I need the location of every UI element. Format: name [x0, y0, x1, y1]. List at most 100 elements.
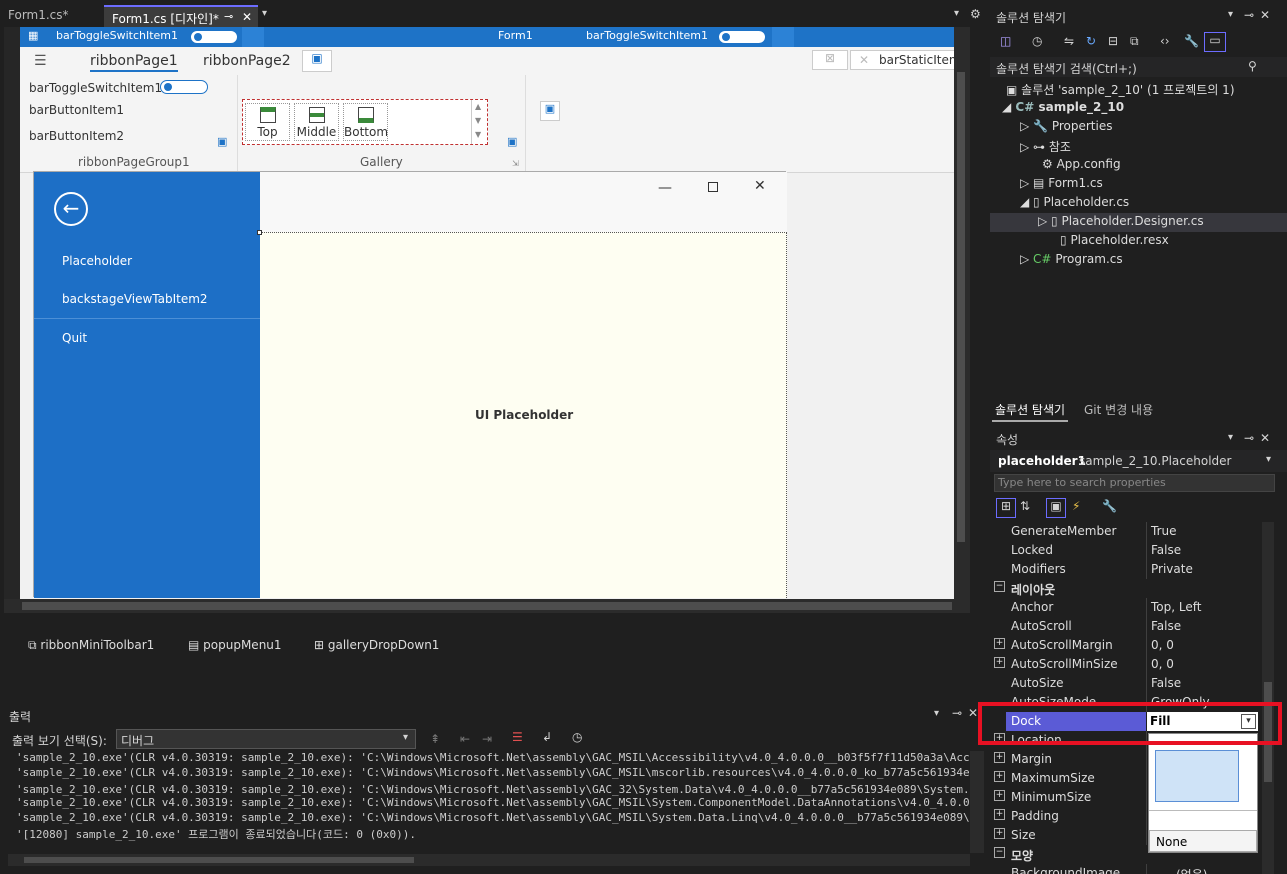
vs-icon[interactable]: ◫	[1000, 34, 1011, 48]
collapse-icon[interactable]: −	[994, 847, 1005, 858]
alphabetical-icon[interactable]: ⇅	[1020, 499, 1030, 513]
close-icon[interactable]: ✕	[754, 178, 766, 194]
add-item-icon[interactable]	[242, 27, 264, 47]
output-vscroll[interactable]	[970, 751, 984, 853]
chevron-down-icon[interactable]: ▾	[262, 8, 267, 19]
tray-item-popup-menu[interactable]: ▤ popupMenu1	[188, 638, 282, 652]
tab-git-changes[interactable]: Git 변경 내용	[1084, 401, 1153, 418]
add-group-button[interactable]: ▣	[540, 101, 560, 121]
scrollbar-thumb[interactable]	[24, 857, 414, 863]
title-toggle-item[interactable]: barToggleSwitchItem1	[56, 29, 178, 42]
property-row[interactable]: Locked False	[990, 541, 1260, 560]
gallery-item-top[interactable]: Top	[245, 103, 290, 141]
output-hscroll[interactable]	[8, 854, 970, 866]
expand-icon[interactable]: +	[994, 657, 1005, 668]
gallery-item-middle[interactable]: Middle	[294, 103, 339, 141]
minimize-icon[interactable]: —	[658, 180, 672, 196]
tree-item-project[interactable]: ◢ C# sample_2_10	[1002, 100, 1124, 114]
collapse-icon[interactable]: ⊟	[1108, 34, 1118, 48]
dock-fill-option[interactable]	[1155, 750, 1239, 802]
tray-item-gallery-dropdown[interactable]: ⊞ galleryDropDown1	[314, 638, 439, 652]
expand-icon[interactable]: +	[994, 790, 1005, 801]
tray-item-mini-toolbar[interactable]: ⧉ ribbonMiniToolbar1	[28, 638, 154, 653]
preview-icon[interactable]: ▭	[1204, 32, 1226, 52]
close-icon[interactable]: ✕	[242, 10, 252, 24]
history-icon[interactable]: ◷	[1032, 34, 1042, 48]
chevron-down-icon[interactable]: ▾	[1228, 9, 1233, 20]
resize-handle[interactable]	[257, 230, 262, 235]
tree-item-app-config[interactable]: ⚙ App.config	[1042, 157, 1121, 171]
property-row[interactable]: AutoSize False	[990, 674, 1260, 693]
property-row[interactable]: AutoScroll False	[990, 617, 1260, 636]
bar-button-item2[interactable]: barButtonItem2	[29, 129, 124, 143]
events-icon[interactable]: ⚡	[1072, 499, 1080, 513]
gear-icon[interactable]: ⚙	[970, 7, 981, 21]
expand-icon[interactable]: ▼	[475, 130, 481, 139]
tab-solution-explorer[interactable]: 솔루션 탐색기	[992, 399, 1069, 422]
property-pages-icon[interactable]: 🔧	[1102, 499, 1117, 513]
tree-item-placeholder-resx[interactable]: ▯ Placeholder.resx	[1060, 233, 1169, 247]
close-icon[interactable]: ✕	[1260, 8, 1270, 22]
chevron-down-icon[interactable]: ▾	[934, 708, 939, 719]
gallery-item-bottom[interactable]: Bottom	[343, 103, 388, 141]
backstage-item-tab2[interactable]: backstageViewTabItem2	[62, 292, 208, 306]
property-grid-scrollbar[interactable]	[1262, 522, 1274, 874]
refresh-icon[interactable]: ↻	[1086, 34, 1096, 48]
backstage-item-placeholder[interactable]: Placeholder	[62, 254, 132, 268]
close-icon[interactable]: ✕	[968, 706, 978, 720]
properties-icon[interactable]: ▣	[1046, 498, 1066, 518]
tab-ribbon-page1[interactable]: ribbonPage1	[90, 53, 178, 72]
list-icon[interactable]: ☰	[34, 53, 47, 69]
group-toggle-item[interactable]: barToggleSwitchItem1	[29, 81, 162, 95]
sync-icon[interactable]: ⇋	[1064, 34, 1074, 48]
chevron-down-icon[interactable]: ▾	[954, 8, 959, 19]
horizontal-scrollbar[interactable]	[4, 599, 970, 613]
property-row[interactable]: + AutoScrollMinSize 0, 0	[990, 655, 1260, 674]
add-item-icon[interactable]	[772, 27, 794, 47]
group-toggle-switch[interactable]	[160, 80, 208, 94]
back-arrow-icon[interactable]: ←	[54, 192, 88, 226]
add-page-button[interactable]: ▣	[302, 50, 332, 72]
property-object-select[interactable]: placeholder1 sample_2_10.Placeholder ▾	[990, 450, 1287, 472]
property-row[interactable]: BackgroundImage (없음)	[990, 864, 1260, 874]
tree-item-form1[interactable]: ▷ ▤ Form1.cs	[1020, 176, 1103, 190]
chevron-down-icon[interactable]: ▾	[1228, 432, 1233, 443]
gallery-scroll[interactable]: ▲ ▼ ▼	[471, 100, 487, 144]
scrollbar-thumb[interactable]	[957, 72, 965, 542]
dialog-launcher-icon[interactable]: ⇲	[512, 159, 519, 168]
chevron-down-icon[interactable]: ▼	[475, 116, 481, 125]
clear-all-icon[interactable]: ☰	[512, 730, 523, 744]
title-toggle-switch[interactable]	[718, 30, 766, 44]
static-item-icon[interactable]: ⊠	[812, 50, 848, 70]
bar-button-item1[interactable]: barButtonItem1	[29, 103, 124, 117]
gallery-control[interactable]: Top Middle Bottom ▲ ▼ ▼	[242, 99, 488, 145]
vertical-scrollbar[interactable]	[954, 27, 970, 599]
chevron-up-icon[interactable]: ▲	[475, 102, 481, 111]
tree-item-program[interactable]: ▷ C# Program.cs	[1020, 252, 1123, 266]
tree-item-properties[interactable]: ▷ 🔧 Properties	[1020, 119, 1112, 133]
property-row[interactable]: Anchor Top, Left	[990, 598, 1260, 617]
clock-icon[interactable]: ◷	[572, 730, 582, 744]
scrollbar-thumb[interactable]	[22, 602, 952, 610]
dock-bottom-option[interactable]	[1149, 810, 1257, 826]
tab-form1-design[interactable]: Form1.cs [디자인]* ⊸ ✕	[104, 5, 258, 27]
property-row[interactable]: + AutoScrollMargin 0, 0	[990, 636, 1260, 655]
pin-icon[interactable]: ⊸	[1244, 431, 1254, 445]
maximize-icon[interactable]	[708, 182, 718, 192]
property-search-input[interactable]: Type here to search properties	[994, 474, 1275, 492]
add-item-icon[interactable]: ▣	[507, 135, 517, 148]
expand-icon[interactable]: +	[994, 828, 1005, 839]
backstage-item-quit[interactable]: Quit	[62, 331, 87, 345]
word-wrap-icon[interactable]: ↲	[542, 730, 552, 744]
chevron-down-icon[interactable]: ▾	[1266, 454, 1271, 465]
tab-form1-cs[interactable]: Form1.cs*	[0, 5, 104, 27]
app-menu-icon[interactable]: ▦	[28, 29, 38, 42]
pin-icon[interactable]: ⊸	[952, 706, 962, 720]
collapse-icon[interactable]: −	[994, 581, 1005, 592]
search-icon[interactable]: ⚲	[1248, 59, 1257, 73]
title-toggle-switch[interactable]	[190, 30, 238, 44]
tree-item-placeholder-designer[interactable]: ▷ ▯ Placeholder.Designer.cs	[1038, 214, 1204, 228]
next-message-icon[interactable]: ⇥	[482, 732, 492, 746]
ui-placeholder-panel[interactable]: UI Placeholder	[257, 230, 787, 598]
property-category[interactable]: − 레이아웃	[990, 579, 1260, 598]
